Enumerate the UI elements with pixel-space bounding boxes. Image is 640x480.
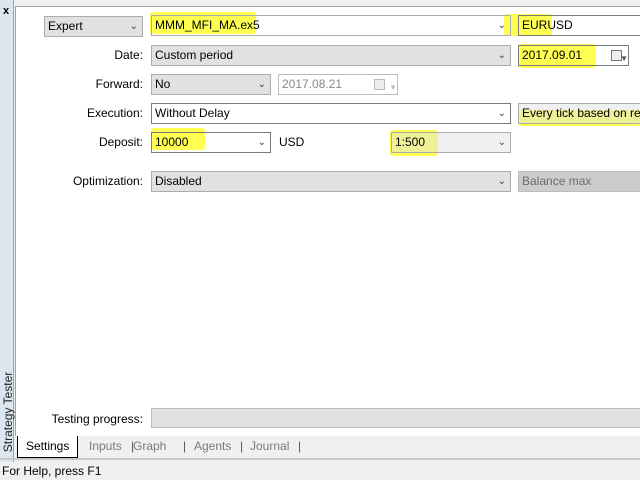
tab-agents[interactable]: Agents	[194, 436, 231, 457]
type-select[interactable]: Expert ⌄	[44, 16, 143, 37]
forward-label: Forward:	[95, 77, 143, 91]
expert-select[interactable]: MMM_MFI_MA.ex5 ⌄	[151, 15, 511, 36]
date-to-picker[interactable]: 2017.09.01 ▼	[518, 45, 629, 66]
date-mode-select[interactable]: Custom period ⌄	[151, 45, 511, 66]
date-label: Date:	[114, 48, 143, 62]
execution-value: Without Delay	[155, 106, 230, 120]
tab-journal[interactable]: Journal	[250, 436, 289, 457]
deposit-label: Deposit:	[98, 135, 143, 149]
chevron-down-icon: ⌄	[497, 108, 506, 119]
chevron-down-icon: ⌄	[257, 137, 266, 148]
criterion-select: Balance max	[518, 171, 640, 192]
tab-settings[interactable]: Settings	[17, 436, 79, 458]
tab-separator: |	[131, 439, 135, 453]
forward-date-picker: 2017.08.21 ▼	[278, 74, 398, 95]
model-value: Every tick based on real ticks	[522, 106, 640, 120]
tab-inputs[interactable]: Inputs	[89, 436, 122, 457]
tab-separator: |	[298, 439, 302, 453]
symbol-field[interactable]: EURUSD	[518, 15, 640, 36]
status-bar: For Help, press F1	[0, 462, 640, 480]
chevron-down-icon: ⌄	[497, 50, 506, 61]
optimization-label: Optimization:	[72, 174, 143, 188]
tab-separator: |	[183, 439, 187, 453]
dropdown-arrow-icon: ▼	[389, 83, 397, 92]
type-value: Expert	[48, 19, 83, 33]
tab-bar: Settings Inputs Graph Agents Journal | |…	[15, 436, 640, 458]
chevron-down-icon: ⌄	[129, 21, 138, 32]
tab-separator: |	[240, 439, 244, 453]
progress-label: Testing progress:	[51, 412, 143, 426]
side-strip: x Strategy Tester	[0, 0, 15, 462]
tab-graph[interactable]: Graph	[132, 436, 166, 457]
divider	[0, 458, 640, 460]
forward-date-value: 2017.08.21	[282, 77, 343, 91]
execution-label: Execution:	[86, 106, 143, 120]
chevron-down-icon: ⌄	[257, 79, 266, 90]
expert-value: MMM_MFI_MA.ex5	[155, 18, 260, 32]
symbol-value: EURUSD	[522, 18, 573, 32]
date-mode-value: Custom period	[155, 48, 234, 62]
criterion-value: Balance max	[522, 174, 592, 188]
forward-select[interactable]: No ⌄	[151, 74, 271, 95]
forward-value: No	[155, 77, 171, 91]
chevron-down-icon: ⌄	[497, 137, 506, 148]
execution-select[interactable]: Without Delay ⌄	[151, 103, 511, 124]
calendar-icon	[374, 79, 385, 90]
model-select[interactable]: Every tick based on real ticks	[518, 103, 640, 124]
dropdown-arrow-icon: ▼	[620, 54, 628, 63]
optimization-select[interactable]: Disabled ⌄	[151, 171, 511, 192]
chevron-down-icon: ⌄	[497, 20, 506, 31]
deposit-value: 10000	[155, 135, 189, 149]
leverage-value: 1:500	[395, 135, 426, 149]
leverage-select[interactable]: 1:500 ⌄	[391, 132, 511, 153]
currency-label: USD	[279, 135, 305, 149]
close-icon[interactable]: x	[3, 5, 9, 17]
chevron-down-icon: ⌄	[497, 176, 506, 187]
optimization-value: Disabled	[155, 174, 202, 188]
date-to-value: 2017.09.01	[522, 48, 583, 62]
testing-progress-bar	[151, 408, 640, 428]
settings-panel	[15, 6, 640, 436]
deposit-select[interactable]: 10000 ⌄	[151, 132, 271, 153]
